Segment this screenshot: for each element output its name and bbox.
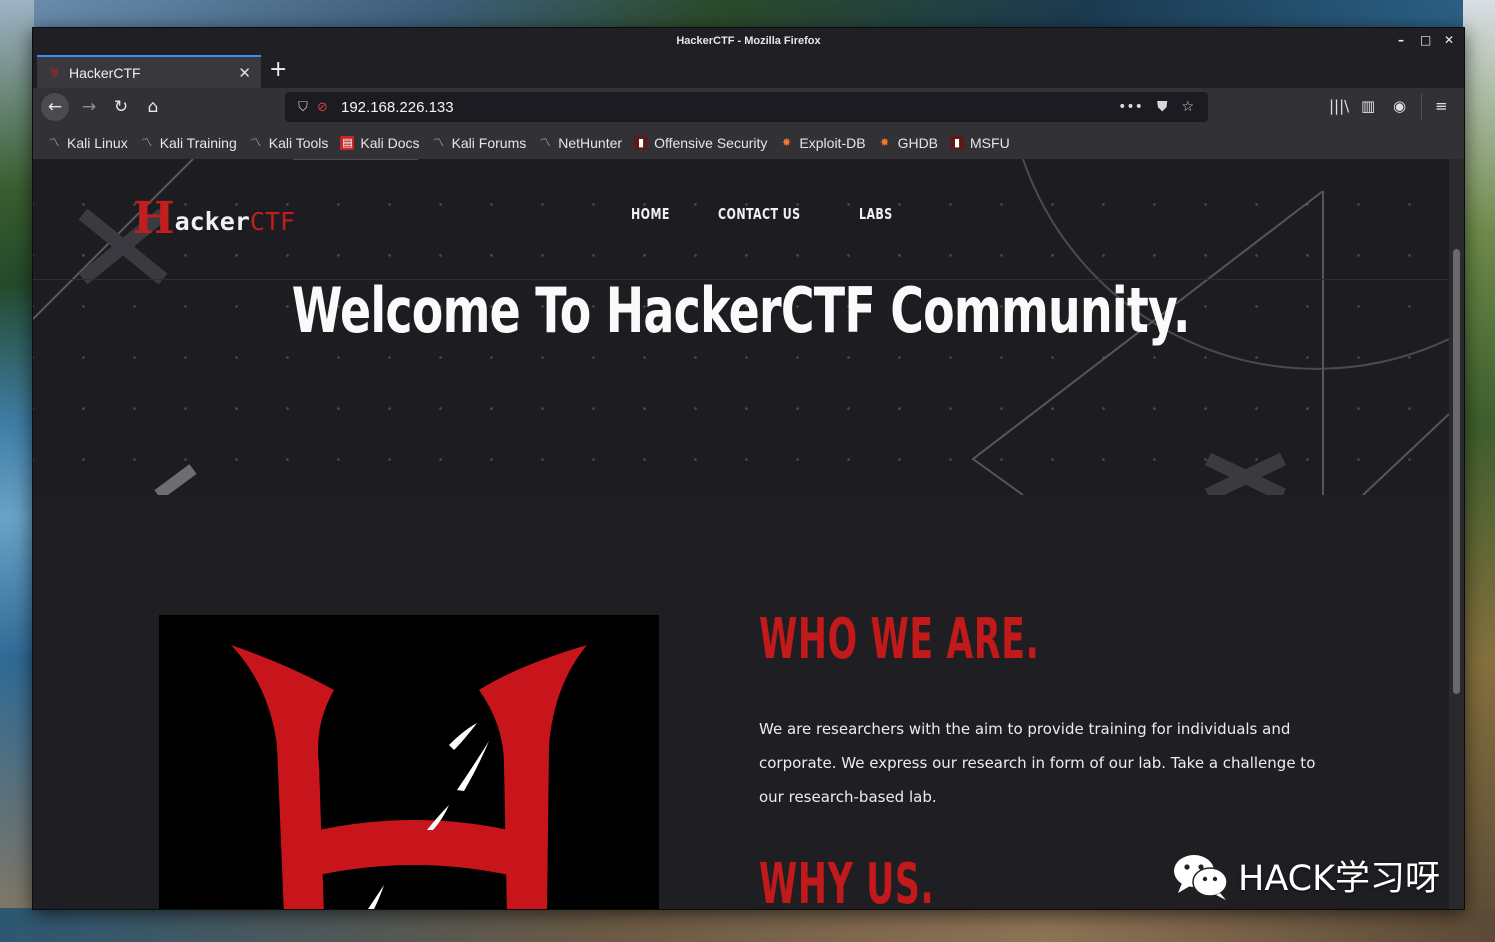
tab-strip: ♅ HackerCTF ✕ + bbox=[33, 54, 1464, 88]
new-tab-button[interactable]: + bbox=[269, 58, 287, 82]
watermark-text: HACK学习呀 bbox=[1238, 859, 1441, 899]
forward-icon[interactable]: → bbox=[75, 93, 103, 121]
why-us-heading: WHY US. bbox=[759, 852, 935, 910]
kali-dragon-icon: 〽 bbox=[48, 135, 60, 149]
menu-icon[interactable]: ≡ bbox=[1435, 97, 1448, 115]
home-icon[interactable]: ⌂ bbox=[139, 93, 167, 121]
desktop-wallpaper-right bbox=[1463, 0, 1495, 942]
library-icon[interactable]: |||\ bbox=[1329, 97, 1349, 115]
bookmark-kali-linux[interactable]: 〽 Kali Linux bbox=[47, 135, 128, 151]
offsec-icon: ▮ bbox=[634, 135, 649, 150]
ghdb-icon: ✸ bbox=[879, 135, 890, 149]
bookmarks-toolbar: 〽 Kali Linux 〽 Kali Training 〽 Kali Tools ▤… bbox=[33, 126, 1464, 160]
bookmark-nethunter[interactable]: 〽 NetHunter bbox=[538, 135, 622, 151]
close-window-button[interactable]: ✕ bbox=[1444, 33, 1454, 47]
window-titlebar[interactable]: HackerCTF - Mozilla Firefox – □ ✕ bbox=[33, 28, 1464, 54]
bookmark-kali-tools[interactable]: 〽 Kali Tools bbox=[249, 135, 328, 151]
logo-h: H bbox=[133, 193, 175, 244]
logo-acker: acker bbox=[174, 207, 250, 236]
navigation-toolbar: ← → ↻ ⌂ ⛉ ⊘ 192.168.226.133 ••• ⛊ ☆ |||\… bbox=[33, 88, 1464, 126]
msfu-icon: ▮ bbox=[950, 135, 965, 150]
url-bar[interactable]: ⛉ ⊘ 192.168.226.133 ••• ⛊ ☆ bbox=[285, 92, 1208, 122]
account-icon[interactable]: ◉ bbox=[1393, 97, 1406, 115]
desktop-wallpaper-bottom bbox=[0, 908, 1495, 942]
page-actions-icon[interactable]: ••• bbox=[1118, 99, 1143, 115]
bookmark-offensive-security[interactable]: ▮ Offensive Security bbox=[634, 135, 767, 151]
reload-icon[interactable]: ↻ bbox=[107, 93, 135, 121]
wechat-icon bbox=[1174, 854, 1228, 900]
maximize-button[interactable]: □ bbox=[1420, 33, 1431, 47]
insecure-lock-icon[interactable]: ⊘ bbox=[317, 100, 337, 115]
hero-heading-wrap: Welcome To HackerCTF Community. bbox=[33, 274, 1449, 347]
who-we-are-text: We are researchers with the aim to provi… bbox=[759, 720, 1316, 806]
kali-docs-icon: ▤ bbox=[340, 135, 355, 150]
tab-close-icon[interactable]: ✕ bbox=[238, 64, 251, 82]
bookmark-exploit-db[interactable]: ✸ Exploit-DB bbox=[779, 135, 866, 151]
hackerctf-logo[interactable]: H acker CTF bbox=[133, 197, 295, 241]
tracking-shield-icon[interactable]: ⛉ bbox=[289, 100, 317, 115]
nav-contact-us[interactable]: CONTACT US bbox=[718, 205, 801, 223]
exploit-db-icon: ✸ bbox=[781, 135, 792, 149]
sidebar-icon[interactable]: ▥ bbox=[1361, 97, 1375, 115]
tab-favicon-icon: ♅ bbox=[49, 65, 60, 80]
wechat-watermark: HACK学习呀 bbox=[1172, 850, 1440, 901]
scrollbar-thumb[interactable] bbox=[1453, 249, 1460, 694]
kali-dragon-icon: 〽 bbox=[433, 135, 445, 149]
pocket-icon[interactable]: ⛊ bbox=[1157, 99, 1168, 115]
bookmark-kali-forums[interactable]: 〽 Kali Forums bbox=[432, 135, 526, 151]
bookmark-kali-docs[interactable]: ▤ Kali Docs bbox=[340, 135, 420, 151]
nav-labs[interactable]: LABS bbox=[859, 205, 893, 223]
nav-home[interactable]: HOME bbox=[631, 205, 670, 223]
minimize-button[interactable]: – bbox=[1396, 33, 1406, 47]
kali-dragon-icon: 〽 bbox=[141, 135, 153, 149]
bookmark-star-icon[interactable]: ☆ bbox=[1181, 99, 1194, 115]
nethunter-icon: 〽 bbox=[539, 135, 551, 149]
tab-title: HackerCTF bbox=[69, 64, 141, 81]
back-icon[interactable]: ← bbox=[41, 93, 69, 121]
about-section: WHO WE ARE. We are researchers with the … bbox=[33, 495, 1449, 910]
bookmark-kali-training[interactable]: 〽 Kali Training bbox=[140, 135, 237, 151]
hero-heading: Welcome To HackerCTF Community. bbox=[292, 274, 1191, 347]
kali-dragon-icon: 〽 bbox=[250, 135, 262, 149]
page-viewport: H acker CTF HOME CONTACT US LABS Welcome… bbox=[33, 159, 1464, 910]
hero-section: H acker CTF HOME CONTACT US LABS Welcome… bbox=[33, 159, 1449, 495]
bookmark-msfu[interactable]: ▮ MSFU bbox=[950, 135, 1010, 151]
bookmark-ghdb[interactable]: ✸ GHDB bbox=[878, 135, 938, 151]
toolbar-separator bbox=[1421, 94, 1422, 120]
page-scrollbar[interactable] bbox=[1449, 159, 1464, 909]
hackerctf-h-logo-image bbox=[159, 615, 659, 909]
firefox-window: HackerCTF - Mozilla Firefox – □ ✕ ♅ Hack… bbox=[32, 27, 1465, 910]
site-nav: HOME CONTACT US LABS bbox=[631, 205, 900, 223]
tab-hackerctf[interactable]: ♅ HackerCTF ✕ bbox=[37, 55, 261, 88]
url-text[interactable]: 192.168.226.133 bbox=[341, 99, 1118, 116]
logo-ctf: CTF bbox=[249, 207, 295, 236]
desktop-wallpaper-left bbox=[0, 0, 34, 942]
window-controls: – □ ✕ bbox=[1396, 33, 1454, 47]
who-we-are-heading: WHO WE ARE. bbox=[759, 607, 1040, 672]
window-title: HackerCTF - Mozilla Firefox bbox=[676, 35, 821, 47]
